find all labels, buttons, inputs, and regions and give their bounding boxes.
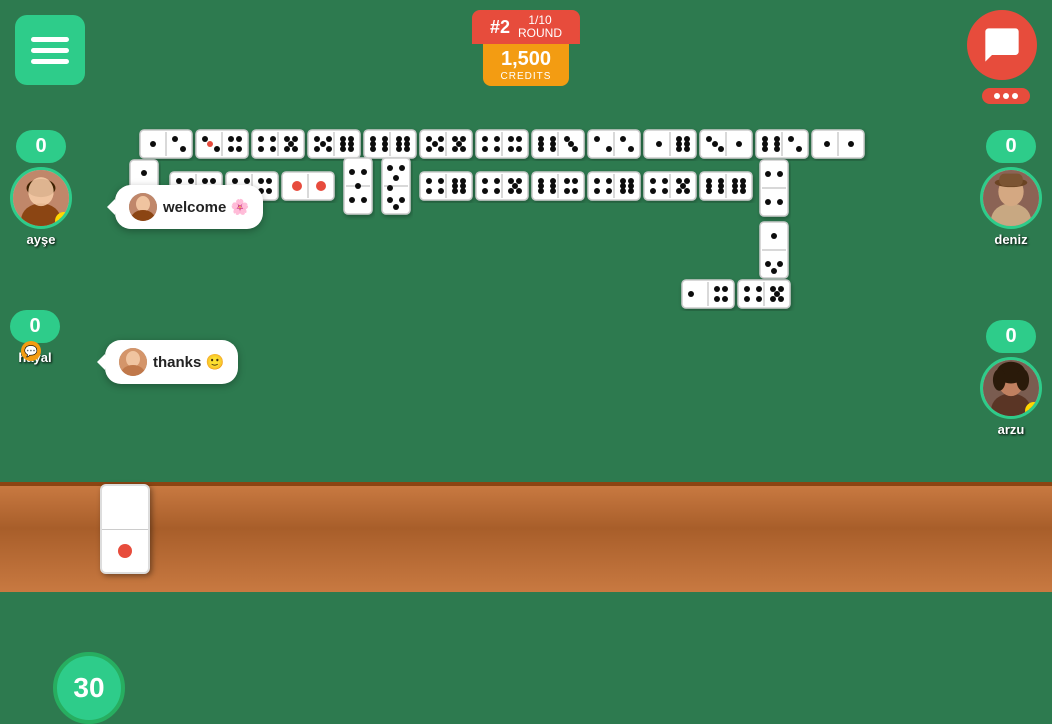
dot-3 xyxy=(1012,93,1018,99)
ayse-avatar: ⭐ xyxy=(10,167,72,229)
tray-domino-bottom xyxy=(102,530,148,573)
hayal-timer: 30 xyxy=(53,652,125,724)
credits-label: CREDITS xyxy=(501,71,552,82)
tray-domino-pip xyxy=(118,544,132,558)
credits-display: 1,500 CREDITS xyxy=(483,44,570,86)
player-ayse: 0 ⭐ ayşe xyxy=(10,130,72,247)
tray-domino[interactable] xyxy=(100,484,150,574)
hayal-chat-avatar xyxy=(119,348,147,376)
chat-button[interactable] xyxy=(967,10,1037,80)
player-arzu: 0 ⭐ arzu xyxy=(980,320,1042,437)
ayse-star: ⭐ xyxy=(55,212,72,229)
ayse-name: ayşe xyxy=(27,232,56,247)
ayse-chat-text: welcome 🌸 xyxy=(163,198,249,216)
dominoes-area xyxy=(110,120,950,460)
arzu-score: 0 xyxy=(986,320,1036,353)
round-display: #2 1/10 ROUND 1,500 CREDITS xyxy=(472,10,580,86)
round-label: ROUND xyxy=(518,27,562,40)
menu-button[interactable] xyxy=(15,15,85,85)
dot-2 xyxy=(1003,93,1009,99)
menu-bar-1 xyxy=(31,37,69,42)
round-text: 1/10 ROUND xyxy=(518,14,562,40)
arzu-avatar: ⭐ xyxy=(980,357,1042,419)
deniz-name: deniz xyxy=(994,232,1027,247)
tray-domino-top xyxy=(102,486,148,530)
hayal-chat-text: thanks 🙂 xyxy=(153,353,224,371)
deniz-score: 0 xyxy=(986,130,1036,163)
menu-bar-2 xyxy=(31,48,69,53)
hayal-chat-bubble: thanks 🙂 xyxy=(105,340,238,384)
chat-icon xyxy=(982,25,1022,65)
arzu-star: ⭐ xyxy=(1025,402,1042,419)
ayse-score: 0 xyxy=(16,130,66,163)
deniz-avatar xyxy=(980,167,1042,229)
ayse-chat-bubble: welcome 🌸 xyxy=(115,185,263,229)
round-number: #2 xyxy=(490,17,510,38)
ayse-chat-avatar xyxy=(129,193,157,221)
more-button[interactable] xyxy=(982,88,1030,104)
game-board: #2 1/10 ROUND 1,500 CREDITS 0 xyxy=(0,0,1052,592)
dominoes-svg xyxy=(110,120,950,460)
player-hayal: 0 30 💬 hayal xyxy=(10,310,60,365)
player-deniz: 0 deniz xyxy=(980,130,1042,247)
hayal-chat-icon: 💬 xyxy=(21,341,41,361)
arzu-name: arzu xyxy=(998,422,1025,437)
hayal-score: 0 xyxy=(10,310,60,343)
dot-1 xyxy=(994,93,1000,99)
menu-bar-3 xyxy=(31,59,69,64)
wood-tray xyxy=(0,482,1052,592)
round-top-bar: #2 1/10 ROUND xyxy=(472,10,580,44)
hayal-timer-value: 30 xyxy=(73,672,104,704)
credits-value: 1,500 xyxy=(501,48,552,71)
